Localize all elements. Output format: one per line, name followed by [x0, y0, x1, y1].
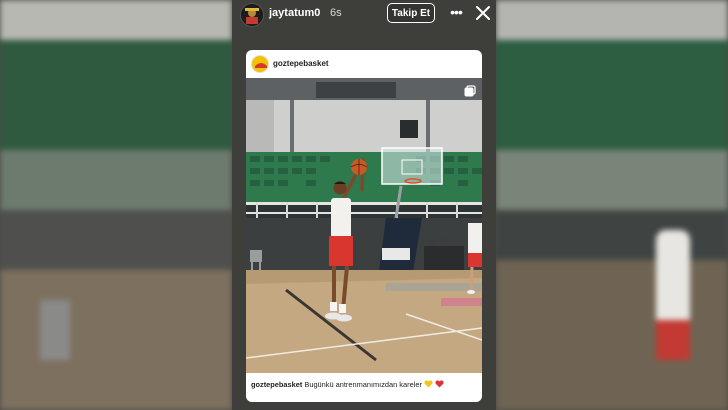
post-avatar[interactable] [251, 55, 269, 73]
goztepe-logo-icon [253, 57, 268, 72]
story-username[interactable]: jaytatum0 [269, 7, 320, 19]
story-avatar[interactable] [240, 3, 264, 27]
avatar-image [241, 4, 263, 26]
close-icon[interactable] [473, 3, 493, 23]
shared-post-card[interactable]: goztepebasket goztepebasket Bugünkü antr… [246, 50, 482, 402]
post-header: goztepebasket [246, 50, 482, 78]
blurred-background-left [0, 0, 232, 410]
story-timestamp: 6s [330, 7, 342, 19]
post-caption: goztepebasket Bugünkü antrenmanımızdan k… [251, 377, 477, 393]
more-dots-icon[interactable]: ••• [446, 3, 466, 23]
basketball-practice-image [246, 78, 482, 373]
story-header: jaytatum0 6s Takip Et ••• [232, 0, 496, 30]
follow-button[interactable]: Takip Et [387, 3, 435, 23]
blurred-background-right [496, 0, 728, 410]
red-heart-icon [435, 380, 444, 389]
caption-text: Bugünkü antrenmanımızdan kareler [304, 380, 422, 389]
story-viewer: jaytatum0 6s Takip Et ••• goztepebasket [232, 0, 496, 410]
yellow-heart-icon [424, 380, 435, 389]
post-username[interactable]: goztepebasket [273, 59, 329, 68]
carousel-icon [464, 84, 476, 97]
caption-username[interactable]: goztepebasket [251, 380, 302, 389]
post-photo[interactable] [246, 78, 482, 373]
